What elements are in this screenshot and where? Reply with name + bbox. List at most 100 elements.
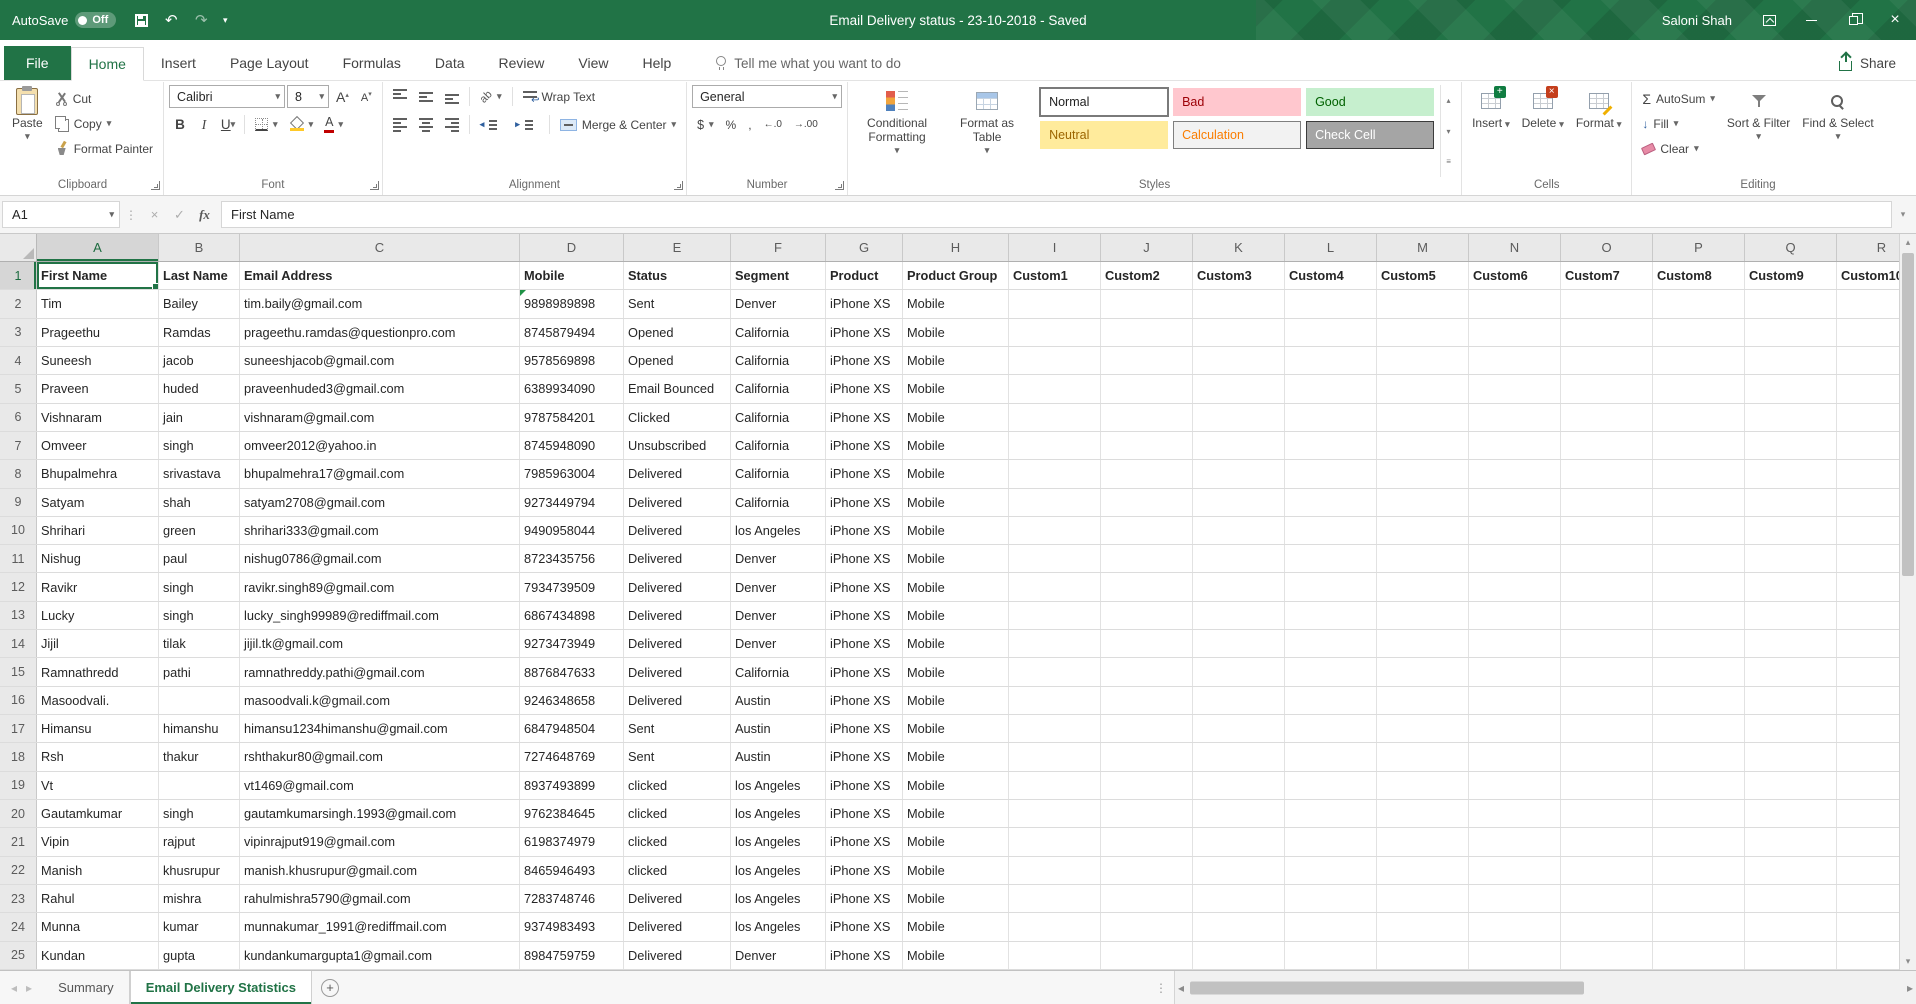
cell-Q7[interactable]	[1745, 432, 1837, 459]
cell-E1[interactable]: Status	[624, 262, 731, 289]
middle-align-button[interactable]	[414, 85, 438, 108]
row-header-20[interactable]: 20	[0, 800, 37, 827]
cell-M6[interactable]	[1377, 404, 1469, 431]
row-header-2[interactable]: 2	[0, 290, 37, 317]
cell-F9[interactable]: California	[731, 489, 826, 516]
cell-M9[interactable]	[1377, 489, 1469, 516]
cell-M18[interactable]	[1377, 743, 1469, 770]
cell-D3[interactable]: 8745879494	[520, 319, 624, 346]
cell-L6[interactable]	[1285, 404, 1377, 431]
cell-E13[interactable]: Delivered	[624, 602, 731, 629]
cell-E16[interactable]: Delivered	[624, 687, 731, 714]
cell-D5[interactable]: 6389934090	[520, 375, 624, 402]
cell-style-good[interactable]: Good	[1306, 88, 1434, 116]
horizontal-scroll-track[interactable]	[1187, 971, 1904, 1004]
cell-D17[interactable]: 6847948504	[520, 715, 624, 742]
cell-P19[interactable]	[1653, 772, 1745, 799]
cell-K10[interactable]	[1193, 517, 1285, 544]
cell-K8[interactable]	[1193, 460, 1285, 487]
cell-M5[interactable]	[1377, 375, 1469, 402]
clear-button[interactable]: Clear▾	[1637, 137, 1720, 160]
cell-C7[interactable]: omveer2012@yahoo.in	[240, 432, 520, 459]
cell-K17[interactable]	[1193, 715, 1285, 742]
cell-D23[interactable]: 7283748746	[520, 885, 624, 912]
cell-C23[interactable]: rahulmishra5790@gmail.com	[240, 885, 520, 912]
cell-H9[interactable]: Mobile	[903, 489, 1009, 516]
cancel-entry-button[interactable]: ×	[142, 207, 167, 222]
cell-E24[interactable]: Delivered	[624, 913, 731, 940]
cell-L3[interactable]	[1285, 319, 1377, 346]
cell-O13[interactable]	[1561, 602, 1653, 629]
cell-L2[interactable]	[1285, 290, 1377, 317]
cell-O16[interactable]	[1561, 687, 1653, 714]
cell-Q18[interactable]	[1745, 743, 1837, 770]
horizontal-scroll-thumb[interactable]	[1190, 981, 1584, 994]
cell-H15[interactable]: Mobile	[903, 658, 1009, 685]
cell-P23[interactable]	[1653, 885, 1745, 912]
row-header-3[interactable]: 3	[0, 319, 37, 346]
cell-K16[interactable]	[1193, 687, 1285, 714]
cell-J24[interactable]	[1101, 913, 1193, 940]
tab-home[interactable]: Home	[71, 47, 144, 81]
cell-F18[interactable]: Austin	[731, 743, 826, 770]
cell-D15[interactable]: 8876847633	[520, 658, 624, 685]
cell-N21[interactable]	[1469, 828, 1561, 855]
scroll-down-button[interactable]: ▾	[1900, 953, 1916, 970]
cell-J23[interactable]	[1101, 885, 1193, 912]
row-header-23[interactable]: 23	[0, 885, 37, 912]
cell-Q25[interactable]	[1745, 942, 1837, 969]
decrease-decimal-button[interactable]: →.00	[789, 113, 823, 136]
cell-R21[interactable]	[1837, 828, 1899, 855]
cell-K13[interactable]	[1193, 602, 1285, 629]
cell-L25[interactable]	[1285, 942, 1377, 969]
cell-D12[interactable]: 7934739509	[520, 573, 624, 600]
cell-H22[interactable]: Mobile	[903, 857, 1009, 884]
cell-H18[interactable]: Mobile	[903, 743, 1009, 770]
increase-decimal-button[interactable]: ←.0	[759, 113, 787, 136]
close-button[interactable]: ×	[1874, 0, 1916, 40]
cell-J3[interactable]	[1101, 319, 1193, 346]
cell-P9[interactable]	[1653, 489, 1745, 516]
cell-M12[interactable]	[1377, 573, 1469, 600]
cell-K20[interactable]	[1193, 800, 1285, 827]
cell-F3[interactable]: California	[731, 319, 826, 346]
cell-O10[interactable]	[1561, 517, 1653, 544]
cell-B16[interactable]	[159, 687, 240, 714]
cell-J12[interactable]	[1101, 573, 1193, 600]
cell-N3[interactable]	[1469, 319, 1561, 346]
cell-E4[interactable]: Opened	[624, 347, 731, 374]
sheet-prev-button[interactable]: ◂	[8, 981, 20, 995]
cell-Q1[interactable]: Custom9	[1745, 262, 1837, 289]
cell-B10[interactable]: green	[159, 517, 240, 544]
cell-F1[interactable]: Segment	[731, 262, 826, 289]
cell-F11[interactable]: Denver	[731, 545, 826, 572]
cell-B13[interactable]: singh	[159, 602, 240, 629]
cell-I15[interactable]	[1009, 658, 1101, 685]
cell-P4[interactable]	[1653, 347, 1745, 374]
cell-G21[interactable]: iPhone XS	[826, 828, 903, 855]
cell-O15[interactable]	[1561, 658, 1653, 685]
cell-G20[interactable]: iPhone XS	[826, 800, 903, 827]
cell-J21[interactable]	[1101, 828, 1193, 855]
cell-A11[interactable]: Nishug	[37, 545, 159, 572]
decrease-font-size-button[interactable]: A▾	[356, 85, 377, 108]
cell-N19[interactable]	[1469, 772, 1561, 799]
cell-F24[interactable]: los Angeles	[731, 913, 826, 940]
name-box[interactable]: A1▾	[2, 201, 120, 228]
cell-K11[interactable]	[1193, 545, 1285, 572]
cell-J25[interactable]	[1101, 942, 1193, 969]
cell-K22[interactable]	[1193, 857, 1285, 884]
cell-L7[interactable]	[1285, 432, 1377, 459]
cell-J2[interactable]	[1101, 290, 1193, 317]
cell-L24[interactable]	[1285, 913, 1377, 940]
cell-D16[interactable]: 9246348658	[520, 687, 624, 714]
row-header-13[interactable]: 13	[0, 602, 37, 629]
cell-I21[interactable]	[1009, 828, 1101, 855]
cell-G15[interactable]: iPhone XS	[826, 658, 903, 685]
cell-B20[interactable]: singh	[159, 800, 240, 827]
cell-Q22[interactable]	[1745, 857, 1837, 884]
cell-M11[interactable]	[1377, 545, 1469, 572]
cell-E12[interactable]: Delivered	[624, 573, 731, 600]
cell-G2[interactable]: iPhone XS	[826, 290, 903, 317]
cell-G18[interactable]: iPhone XS	[826, 743, 903, 770]
